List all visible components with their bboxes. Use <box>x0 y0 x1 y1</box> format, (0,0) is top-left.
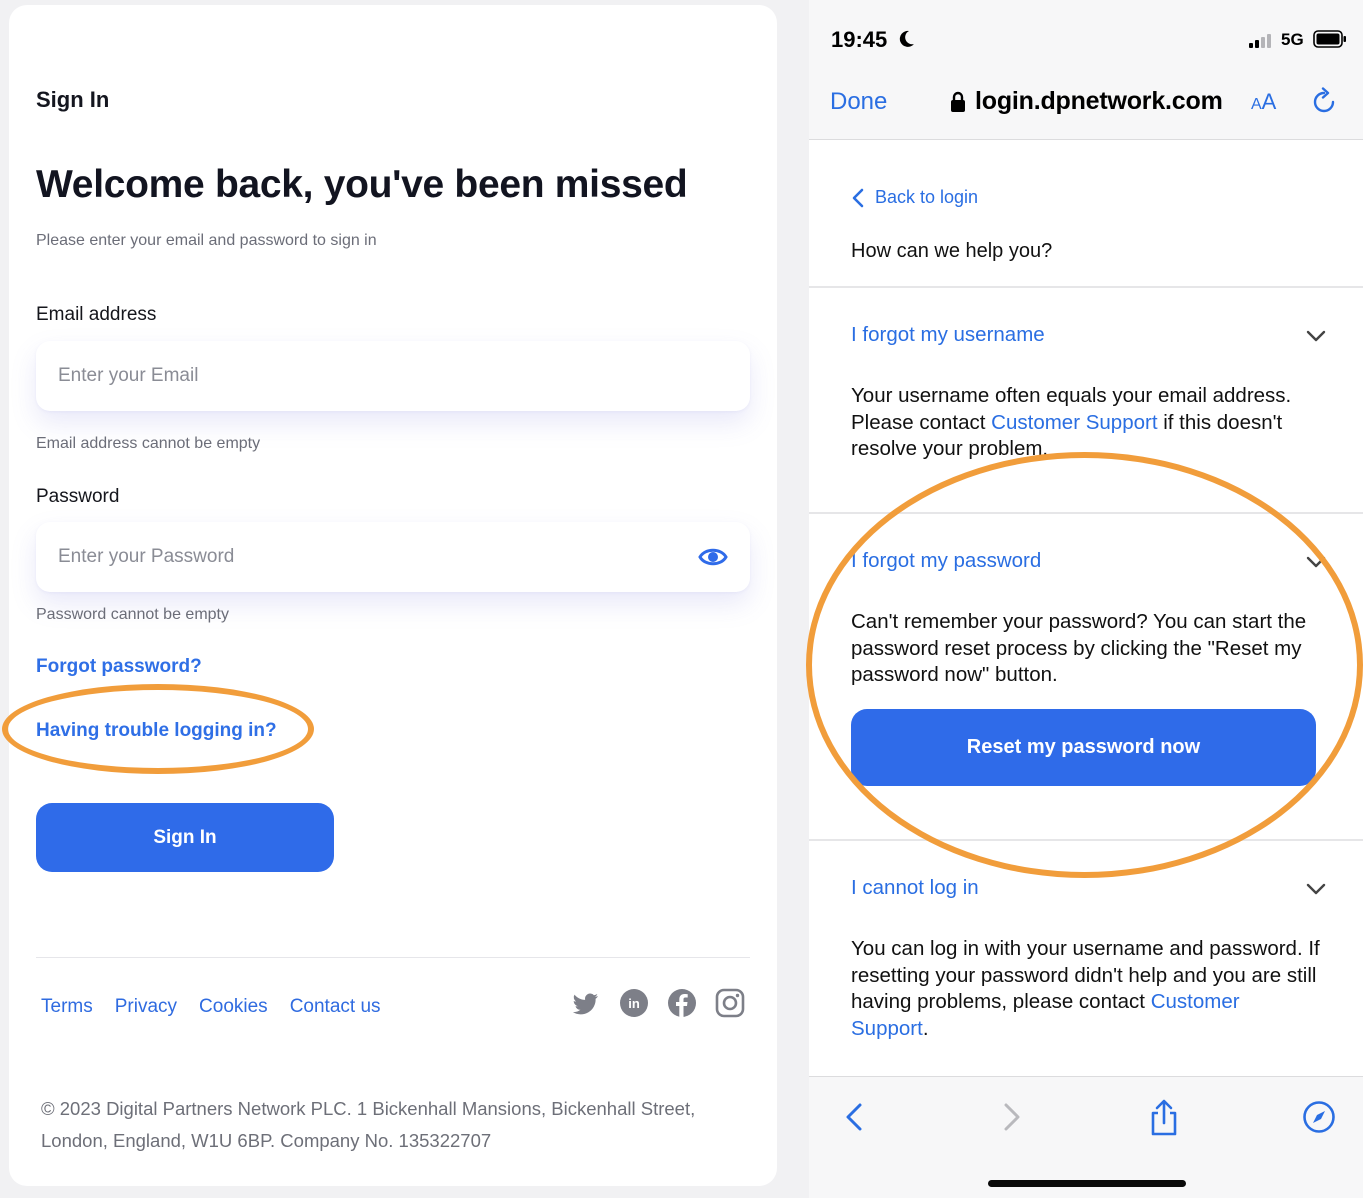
footer-link-contact[interactable]: Contact us <box>290 996 381 1018</box>
accordion-title-forgot-username[interactable]: I forgot my username <box>851 323 1045 347</box>
footer-link-cookies[interactable]: Cookies <box>199 996 268 1018</box>
network-type: 5G <box>1281 30 1304 49</box>
accordion-title-cannot-login[interactable]: I cannot log in <box>851 876 979 900</box>
back-to-login-label: Back to login <box>875 187 979 207</box>
status-time: 19:45 <box>831 27 888 52</box>
email-label: Email address <box>36 304 157 325</box>
trouble-logging-in-link[interactable]: Having trouble logging in? <box>36 720 277 742</box>
footer-link-terms[interactable]: Terms <box>41 996 93 1018</box>
lock-icon <box>950 91 966 113</box>
aa-small-label: A <box>1251 96 1262 113</box>
page-subtitle: Please enter your email and password to … <box>36 232 377 249</box>
forgot-password-link[interactable]: Forgot password? <box>36 656 202 678</box>
share-icon[interactable] <box>1147 1099 1181 1136</box>
body-text: You can log in with your username and pa… <box>851 937 1320 1013</box>
customer-support-link[interactable]: Customer Support <box>991 411 1157 434</box>
reload-icon[interactable] <box>1311 87 1339 117</box>
url-text[interactable]: login.dpnetwork.com <box>975 87 1223 116</box>
svg-text:in: in <box>628 996 640 1011</box>
signin-card: Sign In Welcome back, you've been missed… <box>9 5 777 1186</box>
text-size-button[interactable]: AA <box>1251 89 1276 115</box>
password-error: Password cannot be empty <box>36 606 229 623</box>
back-arrow-icon[interactable] <box>839 1099 873 1135</box>
back-to-login-link[interactable]: Back to login <box>851 187 978 208</box>
chevron-down-icon[interactable] <box>1306 555 1326 569</box>
section-divider <box>809 512 1363 514</box>
password-label: Password <box>36 486 120 507</box>
password-field-container <box>36 522 750 592</box>
facebook-icon[interactable] <box>667 988 697 1018</box>
twitter-icon[interactable] <box>571 988 601 1018</box>
chevron-down-icon[interactable] <box>1306 882 1326 896</box>
body-text: . <box>922 1016 929 1040</box>
footer-divider <box>36 957 750 958</box>
sign-in-button[interactable]: Sign In <box>36 803 334 872</box>
status-bar: 19:45 5G <box>809 0 1363 74</box>
instagram-icon[interactable] <box>715 988 745 1018</box>
signal-icon <box>1249 34 1271 48</box>
chevron-left-icon <box>851 188 865 208</box>
accordion-title-forgot-password[interactable]: I forgot my password <box>851 549 1041 573</box>
phone-screen: 19:45 5G Done login.dpnetwork.com AA Bac… <box>809 0 1363 1198</box>
email-field-container <box>36 341 750 411</box>
battery-icon <box>1313 30 1347 48</box>
footer-links: Terms Privacy Cookies Contact us <box>41 996 381 1018</box>
signin-heading: Sign In <box>36 87 110 112</box>
linkedin-icon[interactable]: in <box>619 988 649 1018</box>
home-indicator <box>988 1180 1186 1187</box>
email-field[interactable] <box>58 365 658 387</box>
accordion-body-cannot-login: You can log in with your username and pa… <box>851 936 1321 1042</box>
social-icons: in <box>571 988 745 1018</box>
help-question: How can we help you? <box>851 240 1053 262</box>
eye-icon[interactable] <box>698 544 728 570</box>
page-title: Welcome back, you've been missed <box>36 163 688 206</box>
section-divider <box>809 839 1363 841</box>
forward-arrow-icon[interactable] <box>995 1099 1029 1135</box>
reset-password-button[interactable]: Reset my password now <box>851 709 1316 786</box>
chevron-down-icon[interactable] <box>1306 329 1326 343</box>
browser-url-bar: Done login.dpnetwork.com AA <box>809 74 1363 140</box>
email-error: Email address cannot be empty <box>36 435 261 452</box>
accordion-body-forgot-username: Your username often equals your email ad… <box>851 383 1321 463</box>
accordion-body-forgot-password: Can't remember your password? You can st… <box>851 610 1307 686</box>
footer-link-privacy[interactable]: Privacy <box>115 996 177 1018</box>
password-field[interactable] <box>58 546 658 568</box>
section-divider <box>809 286 1363 288</box>
moon-icon <box>896 29 916 49</box>
aa-large-label: A <box>1261 89 1277 114</box>
done-button[interactable]: Done <box>830 88 887 116</box>
copyright-text: © 2023 Digital Partners Network PLC. 1 B… <box>41 1098 696 1151</box>
compass-icon[interactable] <box>1302 1099 1336 1135</box>
